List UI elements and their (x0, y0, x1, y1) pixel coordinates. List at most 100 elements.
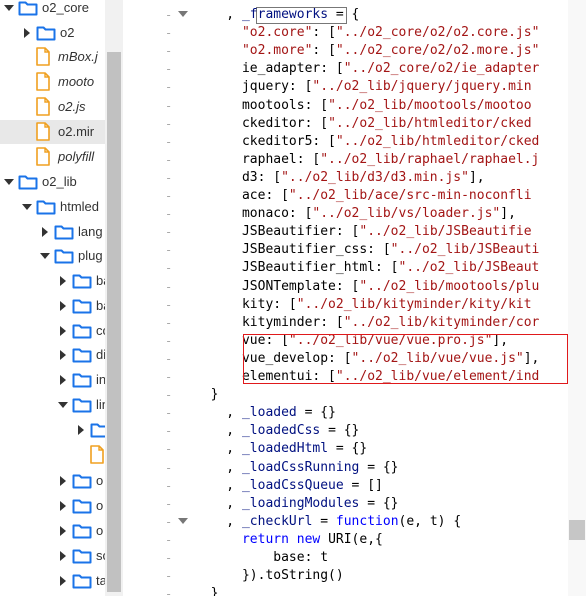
explorer-scrollbar[interactable] (105, 0, 123, 596)
code-token: = {} (359, 496, 399, 511)
code-token: URI(e,{ (320, 532, 383, 547)
editor-scrollbar-thumb[interactable] (569, 520, 585, 540)
fold-arrow-icon[interactable] (178, 515, 188, 525)
tree-folder[interactable]: plug (0, 244, 105, 268)
tree-item-label: plug (78, 248, 103, 263)
folder-icon (36, 25, 56, 41)
tree-folder[interactable]: ba (0, 294, 110, 318)
diff-marker: - (165, 515, 173, 529)
code-token: mootools: [ (195, 98, 329, 113)
chevron-right-icon[interactable] (58, 544, 68, 568)
code-token: JSONTemplate: [ (195, 279, 360, 294)
code-token: (e, t) { (398, 514, 462, 529)
tree-file[interactable]: mooto (0, 70, 105, 94)
code-line: return new URI(e,{ (195, 531, 383, 549)
code-token: = (312, 514, 336, 529)
diff-marker: - (165, 225, 173, 239)
code-token: "../o2_core/o2/ie_adapter (343, 61, 540, 76)
code-token: "../o2_core/o2/o2.core.js" (335, 25, 540, 40)
tree-folder[interactable]: o (0, 494, 105, 518)
code-token: , (195, 441, 242, 456)
code-token: , (195, 514, 242, 529)
chevron-right-icon[interactable] (58, 469, 68, 493)
editor-scrollbar[interactable] (568, 0, 586, 596)
tree-folder[interactable]: ba (0, 269, 110, 293)
chevron-down-icon[interactable] (58, 393, 68, 417)
tree-folder[interactable]: o2_core (0, 0, 105, 20)
code-token: ckeditor5: [ (195, 134, 336, 149)
fold-arrow-icon[interactable] (178, 8, 188, 18)
tree-item-label: htmled (60, 199, 100, 214)
diff-marker: - (165, 171, 173, 185)
code-token: "../o2_lib/raphael/raphael.j (320, 152, 540, 167)
diff-marker: - (165, 80, 173, 94)
chevron-down-icon[interactable] (4, 0, 14, 20)
diff-marker: - (165, 424, 173, 438)
annotation-highlight-box (243, 334, 568, 384)
tree-folder[interactable] (0, 418, 110, 442)
tree-folder[interactable]: htmled (0, 195, 105, 219)
tree-file[interactable]: mBox.j (0, 45, 105, 69)
tree-folder[interactable]: ta (0, 569, 107, 593)
code-token: _loadedHtml (241, 441, 329, 456)
code-token: _loadedCss (241, 423, 321, 438)
tree-file[interactable]: o2.js (0, 95, 105, 119)
diff-marker: - (165, 99, 173, 113)
chevron-right-icon[interactable] (58, 319, 68, 343)
tree-folder[interactable]: in (0, 368, 106, 392)
tree-folder[interactable]: di (0, 343, 106, 367)
tree-file[interactable]: o2.mir (0, 120, 105, 144)
chevron-right-icon[interactable] (58, 269, 68, 293)
tree-folder[interactable]: o2 (0, 21, 105, 45)
folder-icon (72, 473, 92, 489)
code-line: d3: ["../o2_lib/d3/d3.min.js"], (195, 169, 485, 187)
code-token: JSBeautifier_html: [ (195, 260, 399, 275)
code-line: "o2.core": ["../o2_core/o2/o2.core.js" (195, 24, 539, 42)
tree-folder[interactable]: o2_lib (0, 170, 105, 194)
chevron-down-icon[interactable] (4, 170, 14, 194)
tree-folder[interactable]: lang (0, 220, 105, 244)
code-token: "../o2_lib/htmleditor/cked (335, 134, 540, 149)
code-token: , (195, 423, 242, 438)
code-token: ace: [ (195, 188, 289, 203)
chevron-down-icon[interactable] (22, 195, 32, 219)
code-line: , _loadCssQueue = [] (195, 477, 383, 495)
tree-item-label: o (96, 498, 104, 513)
code-editor[interactable]: , _frameworks = { "o2.core": ["../o2_cor… (195, 0, 568, 596)
editor-gutter: - - - - - - - - - - - - - - - - - - - - - - - - - - - - - - - - - (123, 0, 195, 601)
chevron-right-icon[interactable] (58, 294, 68, 318)
code-token: _frameworks (241, 7, 329, 22)
tree-folder[interactable]: co (0, 319, 110, 343)
chevron-right-icon[interactable] (58, 343, 68, 367)
diff-marker: - (165, 153, 173, 167)
chevron-right-icon[interactable] (40, 220, 50, 244)
code-token: "../o2_lib/JSBeaut (398, 260, 540, 275)
diff-marker: - (165, 497, 173, 511)
diff-marker: - (165, 587, 173, 601)
code-token: _loadingModules (241, 496, 360, 511)
chevron-right-icon[interactable] (76, 418, 86, 442)
tree-folder[interactable]: o (0, 519, 105, 543)
tree-folder[interactable]: sc (0, 544, 109, 568)
diff-marker: - (165, 533, 173, 547)
tree-file[interactable] (0, 443, 105, 467)
code-token: } (195, 586, 219, 596)
code-line: , _loadingModules = {} (195, 495, 399, 513)
chevron-right-icon[interactable] (58, 519, 68, 543)
tree-file[interactable]: polyfill (0, 145, 105, 169)
folder-icon (18, 174, 38, 190)
chevron-right-icon[interactable] (58, 368, 68, 392)
chevron-right-icon[interactable] (58, 494, 68, 518)
chevron-down-icon[interactable] (40, 244, 50, 268)
code-token: = {} (296, 405, 336, 420)
code-token: "../o2_lib/JSBeautifie (359, 224, 532, 239)
chevron-right-icon[interactable] (22, 21, 32, 45)
code-token: jquery: [ (195, 79, 313, 94)
chevron-right-icon[interactable] (58, 569, 68, 593)
code-token: d3: [ (195, 170, 282, 185)
tree-folder[interactable]: o (0, 469, 105, 493)
explorer-scrollbar-thumb[interactable] (107, 52, 121, 592)
tree-folder[interactable]: lin (0, 393, 109, 417)
